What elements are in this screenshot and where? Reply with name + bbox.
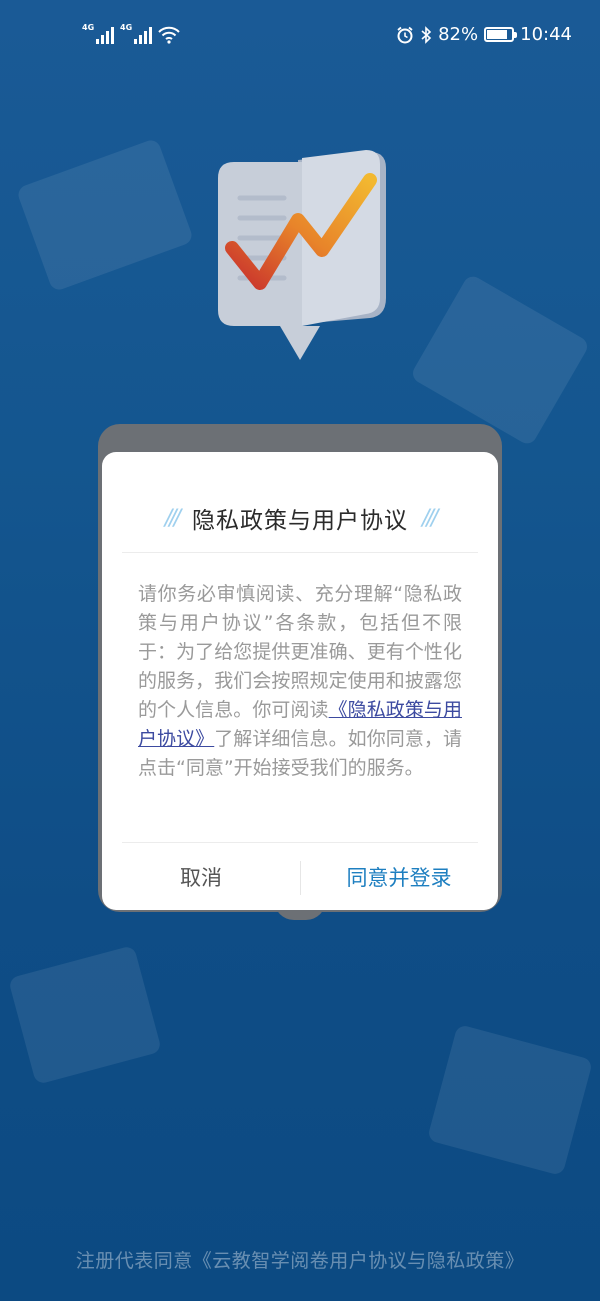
title-decoration-icon: /// [422,505,438,531]
cell-signal-icon: 4G [120,23,152,44]
bluetooth-icon [421,25,432,44]
network-type-label: 4G [120,23,133,32]
agree-and-login-button[interactable]: 同意并登录 [300,843,498,910]
dialog-header: /// 隐私政策与用户协议 /// [102,500,498,536]
divider [122,552,478,553]
status-bar: 4G 4G 82% 10:44 [0,0,600,72]
cell-signal-icon: 4G [82,23,114,44]
button-divider [300,861,301,895]
dialog-body: 请你务必审慎阅读、充分理解“隐私政策与用户协议”各条款，包括但不限于：为了给您提… [138,580,462,783]
battery-icon [484,27,518,42]
battery-percent: 82% [438,24,479,45]
privacy-dialog: /// 隐私政策与用户协议 /// 请你务必审慎阅读、充分理解“隐私政策与用户协… [102,452,498,910]
alarm-icon [397,26,413,43]
dialog-actions: 取消 同意并登录 [102,843,498,910]
title-decoration-icon: /// [164,505,181,531]
network-type-label: 4G [82,23,95,32]
wifi-icon [158,26,180,44]
clock: 10:44 [520,24,572,45]
dialog-title: 隐私政策与用户协议 [192,508,408,534]
status-right: 82% 10:44 [396,24,572,45]
status-left: 4G 4G [82,23,180,44]
cancel-button[interactable]: 取消 [102,843,300,910]
app-logo-icon [218,150,386,360]
footer-agreement-text[interactable]: 注册代表同意《云教智学阅卷用户协议与隐私政策》 [0,1246,600,1273]
